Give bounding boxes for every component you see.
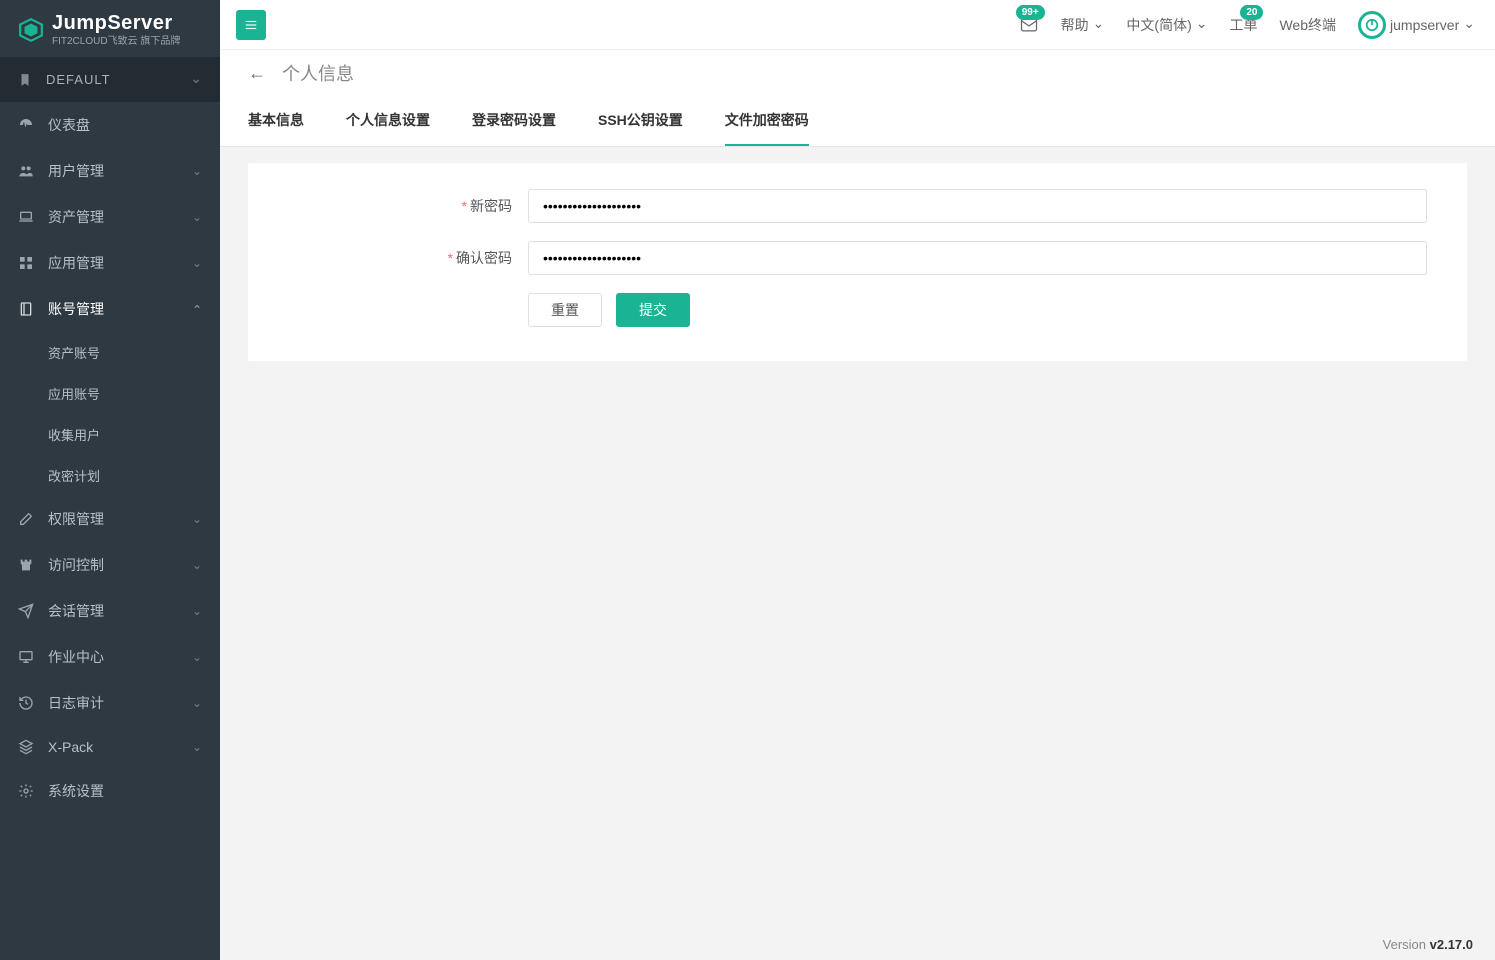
edit-icon <box>18 511 34 527</box>
tab-4[interactable]: 文件加密密码 <box>725 96 809 146</box>
sidebar-item-label: 日志审计 <box>48 693 192 713</box>
cogs-icon <box>18 783 34 799</box>
help-dropdown[interactable]: 帮助 ⌄ <box>1061 15 1105 35</box>
tabs: 基本信息个人信息设置登录密码设置 SSH公钥设置文件加密密码 <box>220 96 1495 147</box>
chevron-down-icon: ⌄ <box>190 70 202 87</box>
version-prefix: Version <box>1383 937 1430 952</box>
sidebar-item-11[interactable]: 系统设置 <box>0 768 220 814</box>
sidebar-item-label: 访问控制 <box>48 555 192 575</box>
footer: Version v2.17.0 <box>220 929 1495 960</box>
sidebar-subitem-4-2[interactable]: 收集用户 <box>0 414 220 455</box>
confirm-password-label: *确认密码 <box>288 248 528 268</box>
chevron-down-icon: ⌄ <box>1463 15 1475 32</box>
sidebar-toggle-button[interactable] <box>236 10 266 40</box>
sidebar-item-label: 会话管理 <box>48 601 192 621</box>
chevron-down-icon: ⌄ <box>192 210 202 224</box>
sidebar-item-10[interactable]: X-Pack⌄ <box>0 726 220 768</box>
sidebar-subitem-4-1[interactable]: 应用账号 <box>0 373 220 414</box>
laptop-icon <box>18 209 34 225</box>
mail-button[interactable]: 99+ <box>1019 15 1039 35</box>
org-label: DEFAULT <box>46 72 190 87</box>
chevron-down-icon: ⌄ <box>192 558 202 572</box>
version-value: v2.17.0 <box>1430 937 1473 952</box>
chevron-down-icon: ⌄ <box>1196 15 1208 32</box>
sidebar-item-1[interactable]: 用户管理⌄ <box>0 148 220 194</box>
hamburger-icon <box>244 18 258 32</box>
sidebar-item-label: 权限管理 <box>48 509 192 529</box>
bookmark-icon <box>18 73 32 87</box>
sidebar-item-9[interactable]: 日志审计⌄ <box>0 680 220 726</box>
sidebar-item-0[interactable]: 仪表盘 <box>0 102 220 148</box>
chevron-down-icon: ⌄ <box>192 256 202 270</box>
ticket-badge: 20 <box>1240 5 1263 20</box>
brand-logo[interactable]: JumpServer FIT2CLOUD飞致云 旗下品牌 <box>0 0 220 57</box>
confirm-password-input[interactable] <box>528 241 1427 275</box>
brand-title: JumpServer <box>52 12 180 34</box>
web-terminal-link[interactable]: Web终端 <box>1279 15 1336 35</box>
chevron-down-icon: ⌄ <box>192 740 202 754</box>
chevron-up-icon: ⌄ <box>192 302 202 316</box>
avatar <box>1358 11 1386 39</box>
grid-icon <box>18 255 34 271</box>
chevron-down-icon: ⌄ <box>192 512 202 526</box>
ticket-link[interactable]: 工单 20 <box>1229 15 1257 35</box>
submit-button[interactable]: 提交 <box>616 293 690 327</box>
topbar: 99+ 帮助 ⌄ 中文(简体) ⌄ 工单 20 Web终端 <box>220 0 1495 50</box>
sidebar-item-label: 用户管理 <box>48 161 192 181</box>
org-selector[interactable]: DEFAULT ⌄ <box>0 57 220 102</box>
sidebar-item-8[interactable]: 作业中心⌄ <box>0 634 220 680</box>
language-dropdown[interactable]: 中文(简体) ⌄ <box>1126 15 1207 35</box>
sidebar-item-label: 应用管理 <box>48 253 192 273</box>
sidebar-subitem-4-3[interactable]: 改密计划 <box>0 455 220 496</box>
user-label: jumpserver <box>1390 17 1459 33</box>
new-password-label: *新密码 <box>288 196 528 216</box>
back-button[interactable]: ← <box>248 63 266 84</box>
dashboard-icon <box>18 117 34 133</box>
sidebar-item-label: 系统设置 <box>48 781 202 801</box>
fort-icon <box>18 557 34 573</box>
sidebar-item-2[interactable]: 资产管理⌄ <box>0 194 220 240</box>
user-menu[interactable]: jumpserver ⌄ <box>1358 11 1475 39</box>
nav: 仪表盘用户管理⌄资产管理⌄应用管理⌄账号管理⌄资产账号应用账号收集用户改密计划权… <box>0 102 220 960</box>
sidebar-item-label: 仪表盘 <box>48 115 202 135</box>
history-icon <box>18 695 34 711</box>
form-card: *新密码 *确认密码 重置 提交 <box>248 163 1467 361</box>
chevron-down-icon: ⌄ <box>192 696 202 710</box>
page-header: ← 个人信息 <box>220 50 1495 96</box>
tab-3[interactable]: SSH公钥设置 <box>598 96 683 146</box>
chevron-down-icon: ⌄ <box>192 164 202 178</box>
sidebar-item-4[interactable]: 账号管理⌄ <box>0 286 220 332</box>
chevron-down-icon: ⌄ <box>1093 15 1105 32</box>
chevron-down-icon: ⌄ <box>192 650 202 664</box>
sidebar-item-label: 作业中心 <box>48 647 192 667</box>
page-title: 个人信息 <box>282 60 354 86</box>
tab-2[interactable]: 登录密码设置 <box>472 96 556 146</box>
webterm-label: Web终端 <box>1279 15 1336 35</box>
new-password-input[interactable] <box>528 189 1427 223</box>
mail-badge: 99+ <box>1016 5 1045 20</box>
reset-button[interactable]: 重置 <box>528 293 602 327</box>
sidebar-item-7[interactable]: 会话管理⌄ <box>0 588 220 634</box>
notebook-icon <box>18 301 34 317</box>
help-label: 帮助 <box>1061 15 1089 35</box>
chevron-down-icon: ⌄ <box>192 604 202 618</box>
brand-subtitle: FIT2CLOUD飞致云 旗下品牌 <box>52 36 180 47</box>
power-icon <box>1365 18 1379 32</box>
paperplane-icon <box>18 603 34 619</box>
users-icon <box>18 163 34 179</box>
sidebar-item-label: X-Pack <box>48 739 192 755</box>
sidebar: JumpServer FIT2CLOUD飞致云 旗下品牌 DEFAULT ⌄ 仪… <box>0 0 220 960</box>
sidebar-item-5[interactable]: 权限管理⌄ <box>0 496 220 542</box>
sidebar-subitem-4-0[interactable]: 资产账号 <box>0 332 220 373</box>
language-label: 中文(简体) <box>1126 15 1191 35</box>
logo-icon <box>18 17 44 43</box>
tab-0[interactable]: 基本信息 <box>248 96 304 146</box>
desktop-icon <box>18 649 34 665</box>
sidebar-item-3[interactable]: 应用管理⌄ <box>0 240 220 286</box>
sidebar-item-label: 资产管理 <box>48 207 192 227</box>
sidebar-item-label: 账号管理 <box>48 299 192 319</box>
sidebar-item-6[interactable]: 访问控制⌄ <box>0 542 220 588</box>
tab-1[interactable]: 个人信息设置 <box>346 96 430 146</box>
stack-icon <box>18 739 34 755</box>
